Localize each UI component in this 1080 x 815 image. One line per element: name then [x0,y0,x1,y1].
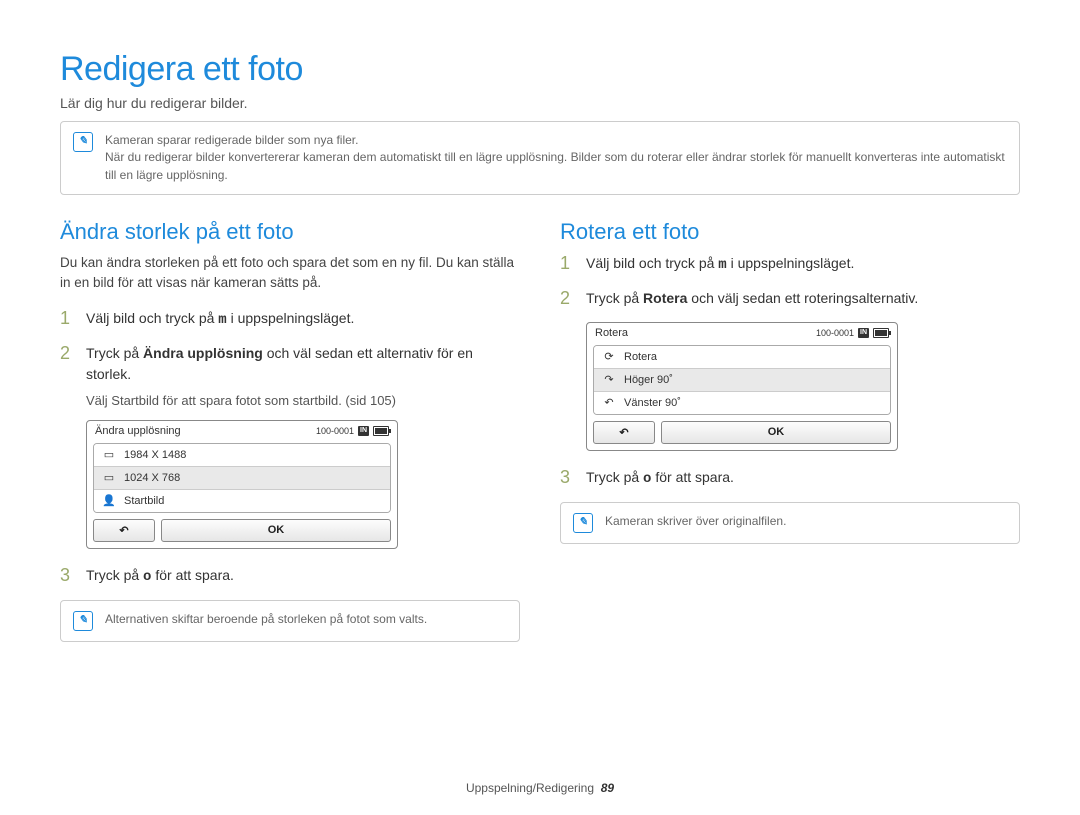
cam-buttons: ↶ OK [87,519,397,548]
page-number: 89 [601,781,614,795]
left-note-text: Alternativen skiftar beroende på storlek… [105,611,427,628]
manual-page: Redigera ett foto Lär dig hur du rediger… [0,0,1080,815]
left-step-3: 3 Tryck på o för att spara. [60,565,520,588]
size-icon: ▭ [102,449,116,461]
cam-row-selected[interactable]: ↷ Höger 90˚ [594,369,890,392]
size-icon: ▭ [102,472,116,484]
right-note: ✎ Kameran skriver över originalfilen. [560,502,1020,544]
cam-counter: 100-0001 [316,426,354,436]
left-lead: Du kan ändra storleken på ett foto och s… [60,253,520,294]
right-note-text: Kameran skriver över originalfilen. [605,513,786,530]
back-icon: ↶ [119,525,128,537]
battery-icon [873,328,889,338]
cam-row[interactable]: ⟳ Rotera [594,346,890,369]
right-heading: Rotera ett foto [560,219,1020,245]
person-icon: 👤 [102,495,116,507]
step-number: 3 [560,467,576,490]
cam-status: 100-0001 IN [816,328,889,338]
cam-header: Rotera 100-0001 IN [587,323,897,343]
step-text: Tryck på o för att spara. [586,467,734,490]
top-note-line2: När du redigerar bilder konvertererar ka… [105,150,1005,181]
page-footer: Uppspelning/Redigering 89 [0,781,1080,795]
left-step-2-sub: Välj Startbild för att spara fotot som s… [86,393,520,408]
step-text: Tryck på o för att spara. [86,565,234,588]
info-icon: ✎ [73,611,93,631]
memory-badge: IN [358,426,369,436]
top-note-line1: Kameran sparar redigerade bilder som nya… [105,133,358,147]
content-columns: Ändra storlek på ett foto Du kan ändra s… [60,219,1020,666]
left-note: ✎ Alternativen skiftar beroende på storl… [60,600,520,642]
step-text: Välj bild och tryck på m i uppspelningsl… [586,253,854,276]
cam-header: Ändra upplösning 100-0001 IN [87,421,397,441]
cam-status: 100-0001 IN [316,426,389,436]
info-icon: ✎ [573,513,593,533]
top-note-text: Kameran sparar redigerade bilder som nya… [105,132,1007,184]
info-icon: ✎ [73,132,93,152]
left-step-2: 2 Tryck på Ändra upplösning och väl seda… [60,343,520,385]
left-column: Ändra storlek på ett foto Du kan ändra s… [60,219,520,666]
step-text: Välj bild och tryck på m i uppspelningsl… [86,308,354,331]
right-column: Rotera ett foto 1 Välj bild och tryck på… [560,219,1020,666]
cam-list: ▭ 1984 X 1488 ▭ 1024 X 768 👤 Startbild [93,443,391,513]
ok-button[interactable]: OK [161,519,391,542]
right-step-1: 1 Välj bild och tryck på m i uppspelning… [560,253,1020,276]
cam-title: Ändra upplösning [95,425,181,437]
cam-buttons: ↶ OK [587,421,897,450]
page-title: Redigera ett foto [60,50,1020,89]
arrow-left-icon: ↶ [602,397,616,409]
camera-screen-resize: Ändra upplösning 100-0001 IN ▭ 1984 X 14… [86,420,398,549]
cam-title: Rotera [595,327,628,339]
back-button[interactable]: ↶ [593,421,655,444]
memory-badge: IN [858,328,869,338]
step-number: 3 [60,565,76,588]
step-number: 1 [560,253,576,276]
cam-list: ⟳ Rotera ↷ Höger 90˚ ↶ Vänster 90˚ [593,345,891,415]
step-text: Tryck på Rotera och välj sedan ett roter… [586,288,918,310]
cam-row[interactable]: 👤 Startbild [94,490,390,512]
cam-row[interactable]: ▭ 1984 X 1488 [94,444,390,467]
footer-section: Uppspelning/Redigering [466,781,594,795]
cam-counter: 100-0001 [816,328,854,338]
menu-button-label: m [718,257,726,273]
right-step-3: 3 Tryck på o för att spara. [560,467,1020,490]
top-note: ✎ Kameran sparar redigerade bilder som n… [60,121,1020,195]
back-icon: ↶ [619,427,628,439]
left-heading: Ändra storlek på ett foto [60,219,520,245]
page-subtitle: Lär dig hur du redigerar bilder. [60,95,1020,111]
menu-button-label: m [218,312,226,328]
back-button[interactable]: ↶ [93,519,155,542]
cam-row-selected[interactable]: ▭ 1024 X 768 [94,467,390,490]
left-step-1: 1 Välj bild och tryck på m i uppspelning… [60,308,520,331]
step-number: 1 [60,308,76,331]
step-number: 2 [60,343,76,385]
cam-row[interactable]: ↶ Vänster 90˚ [594,392,890,414]
ok-button[interactable]: OK [661,421,891,444]
camera-screen-rotate: Rotera 100-0001 IN ⟳ Rotera ↷ Höger 90˚ [586,322,898,451]
battery-icon [373,426,389,436]
right-step-2: 2 Tryck på Rotera och välj sedan ett rot… [560,288,1020,310]
arrow-right-icon: ↷ [602,374,616,386]
step-number: 2 [560,288,576,310]
step-text: Tryck på Ändra upplösning och väl sedan … [86,343,520,385]
rotate-off-icon: ⟳ [602,351,616,363]
